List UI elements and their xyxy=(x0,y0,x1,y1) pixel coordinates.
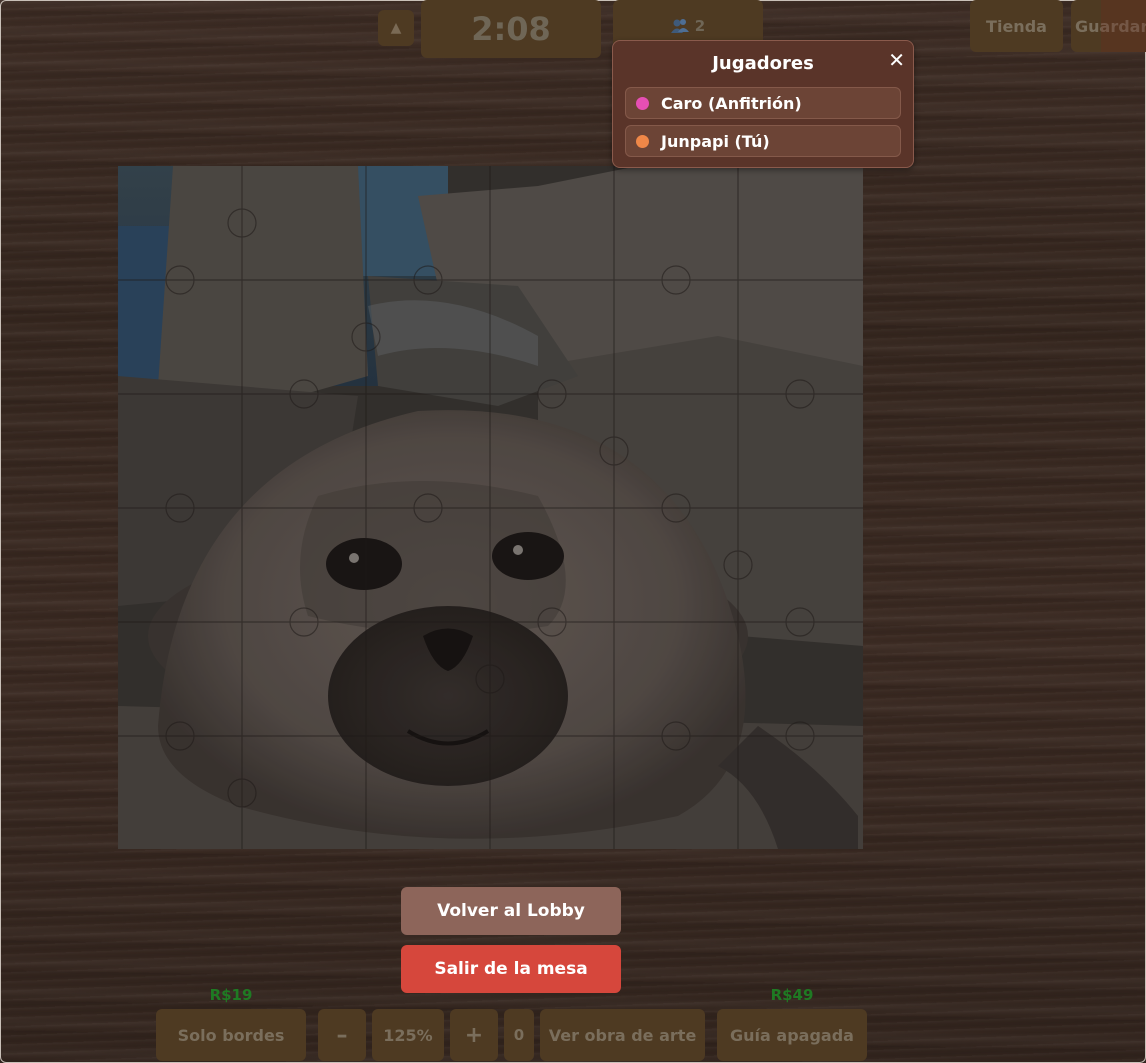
players-count: 2 xyxy=(694,17,706,35)
guide-price: R$49 xyxy=(770,986,814,1004)
zoom-in-button[interactable]: + xyxy=(450,1009,498,1061)
puzzle-image xyxy=(118,166,863,849)
puzzle-board[interactable] xyxy=(118,166,863,849)
timer-display: 2:08 xyxy=(421,0,601,58)
triangle-up-icon: ▲ xyxy=(390,20,402,36)
leave-table-button[interactable]: Salir de la mesa xyxy=(401,945,621,993)
players-panel-title: Jugadores xyxy=(712,53,814,74)
player-row: Junpapi (Tú) xyxy=(625,125,901,157)
edges-only-price: R$19 xyxy=(209,986,253,1004)
zoom-out-button[interactable]: – xyxy=(318,1009,366,1061)
piece-counter: 0 xyxy=(504,1009,534,1061)
view-artwork-button[interactable]: Ver obra de arte xyxy=(540,1009,705,1061)
players-icon xyxy=(670,19,689,33)
shop-button[interactable]: Tienda xyxy=(970,0,1063,52)
edges-only-button[interactable]: Solo bordes xyxy=(156,1009,306,1061)
guide-toggle-button[interactable]: Guía apagada xyxy=(717,1009,867,1061)
player-color-dot xyxy=(636,96,649,110)
back-to-lobby-button[interactable]: Volver al Lobby xyxy=(401,887,621,935)
collapse-toggle-button[interactable]: ▲ xyxy=(378,10,414,46)
player-name: Caro (Anfitrión) xyxy=(661,93,802,113)
player-name: Junpapi (Tú) xyxy=(661,131,770,151)
zoom-level: 125% xyxy=(372,1009,444,1061)
player-color-dot xyxy=(636,134,649,148)
close-icon[interactable]: ✕ xyxy=(888,49,905,71)
player-row: Caro (Anfitrión) xyxy=(625,87,901,119)
save-button-edge xyxy=(1101,0,1146,52)
players-panel: Jugadores ✕ Caro (Anfitrión) Junpapi (Tú… xyxy=(612,40,914,168)
